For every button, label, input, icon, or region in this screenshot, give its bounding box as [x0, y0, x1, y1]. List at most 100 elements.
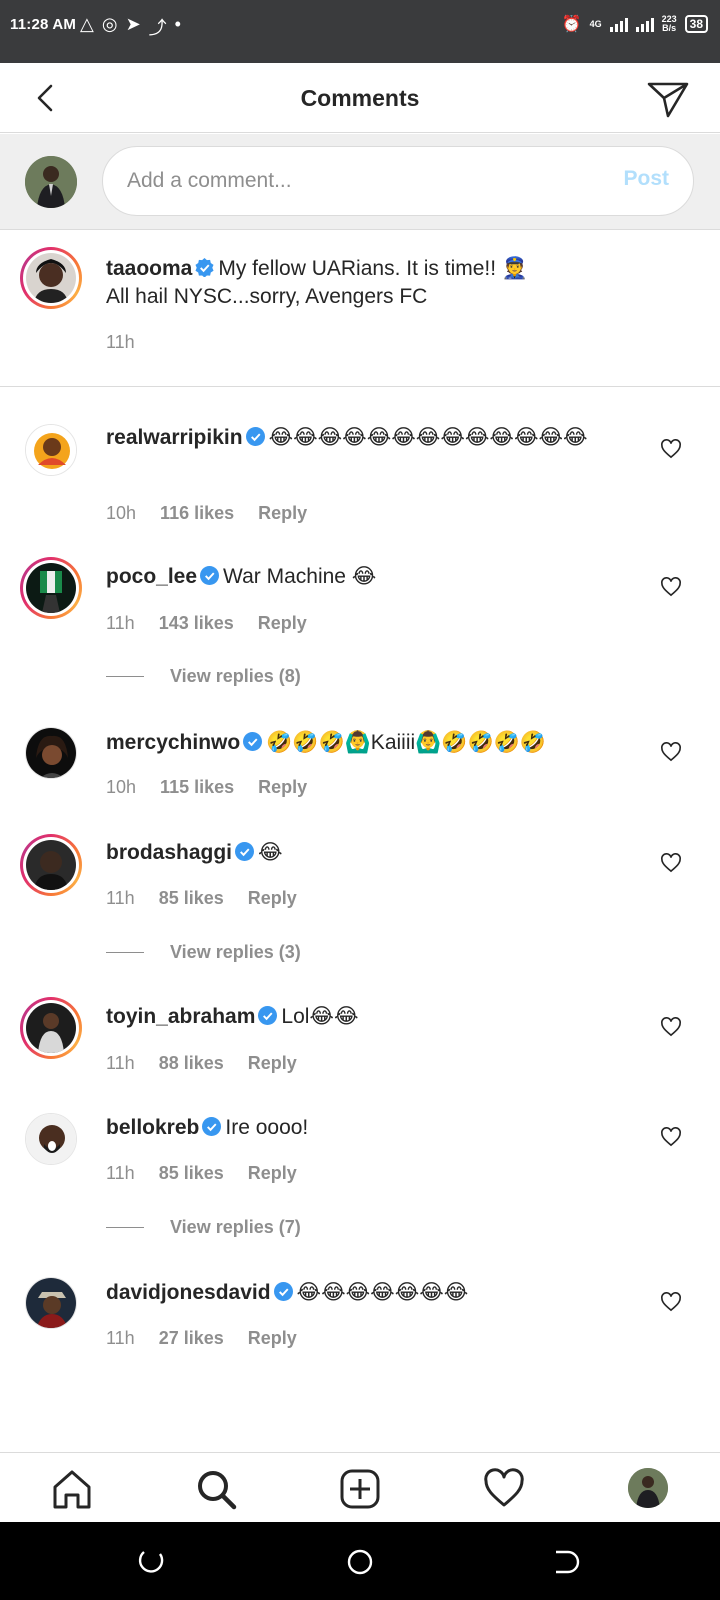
comment-username[interactable]: toyin_abraham — [106, 1005, 255, 1028]
view-replies-label: View replies (3) — [170, 942, 301, 962]
avatar — [26, 1003, 76, 1053]
avatar — [26, 253, 76, 303]
status-time: 11:28 AM — [10, 16, 77, 33]
reply-button[interactable]: Reply — [248, 1328, 297, 1349]
comment-text: davidjonesdavid 😂😂😂😂😂😂😂 — [106, 1279, 628, 1307]
comment-username[interactable]: davidjonesdavid — [106, 1281, 271, 1304]
activity-heart-icon[interactable] — [482, 1467, 526, 1511]
comment-time: 11h — [106, 1053, 135, 1073]
profile-avatar[interactable] — [628, 1468, 668, 1508]
story-ring-avatar[interactable] — [20, 834, 82, 896]
avatar[interactable] — [25, 1277, 77, 1329]
new-post-icon[interactable] — [338, 1467, 382, 1511]
comment-time: 11h — [106, 613, 135, 633]
like-heart-icon[interactable] — [660, 577, 682, 597]
like-heart-icon[interactable] — [660, 853, 682, 873]
network-type: 4G — [589, 18, 602, 29]
verified-badge-icon — [243, 732, 263, 751]
like-count[interactable]: 115 likes — [160, 777, 234, 798]
comment-text: toyin_abraham Lol😂😂 — [106, 1003, 628, 1031]
caption-username[interactable]: taaooma — [106, 257, 192, 280]
avatar[interactable] — [25, 1113, 77, 1165]
comment-username[interactable]: mercychinwo — [106, 731, 240, 754]
comment-username[interactable]: bellokreb — [106, 1116, 199, 1139]
current-user-avatar — [25, 156, 77, 208]
verified-badge-icon — [273, 1282, 293, 1301]
caption-line-1: My fellow UARians. It is time!! 👮 — [218, 257, 529, 280]
data-speed: 223 B/s — [662, 15, 677, 33]
like-heart-icon[interactable] — [660, 439, 682, 459]
divider-line — [106, 952, 144, 953]
direct-message-icon[interactable] — [646, 79, 690, 119]
status-right: ⏰ 4G 223 B/s 38 — [562, 14, 708, 34]
comment-username[interactable]: poco_lee — [106, 565, 197, 588]
reply-button[interactable]: Reply — [258, 503, 307, 524]
comment-text: bellokreb Ire oooo! — [106, 1114, 628, 1142]
reply-button[interactable]: Reply — [258, 777, 307, 798]
search-icon[interactable] — [194, 1467, 238, 1511]
home-icon[interactable] — [50, 1467, 94, 1511]
speed-unit: B/s — [662, 23, 677, 33]
like-heart-icon[interactable] — [660, 742, 682, 762]
telegram-icon: ➤ — [125, 14, 141, 34]
battery-icon: 38 — [684, 15, 708, 33]
comment-username[interactable]: brodashaggi — [106, 841, 232, 864]
comment-input[interactable] — [127, 165, 597, 197]
recent-apps-icon[interactable] — [136, 1548, 166, 1576]
comment-composer: Post — [0, 134, 720, 230]
comment-meta: 11h 88 likes Reply — [106, 1053, 297, 1074]
comment-time: 11h — [106, 1328, 135, 1348]
reply-button[interactable]: Reply — [248, 1053, 297, 1074]
comment-meta: 10h 115 likes Reply — [106, 777, 307, 798]
reply-button[interactable]: Reply — [258, 613, 307, 634]
dot-icon: • — [174, 14, 181, 34]
caption-meta: 11h — [106, 332, 135, 353]
like-count[interactable]: 85 likes — [159, 1163, 224, 1184]
like-heart-icon[interactable] — [660, 1127, 682, 1147]
like-count[interactable]: 27 likes — [159, 1328, 224, 1349]
system-navigation-bar — [0, 1522, 720, 1600]
view-replies-label: View replies (8) — [170, 666, 301, 686]
avatar — [26, 840, 76, 890]
like-count[interactable]: 116 likes — [160, 503, 234, 524]
alarm-icon: ⏰ — [561, 16, 582, 33]
comment-time: 10h — [106, 503, 137, 523]
comment-meta: 11h 143 likes Reply — [106, 613, 307, 634]
bottom-navigation — [0, 1452, 720, 1522]
comment-body: 😂😂😂😂😂😂😂 — [296, 1281, 469, 1304]
comment-body: War Machine 😂 — [223, 565, 377, 588]
warning-icon: △ — [80, 14, 94, 34]
comment-username[interactable]: realwarripikin — [106, 426, 243, 449]
comment-body: Lol😂😂 — [281, 1005, 359, 1028]
comment-body: 🤣🤣🤣🙆‍♂️Kaiiii🙆‍♂️🤣🤣🤣🤣 — [266, 731, 546, 754]
like-count[interactable]: 85 likes — [159, 888, 224, 909]
reply-button[interactable]: Reply — [248, 1163, 297, 1184]
comment-time: 11h — [106, 1163, 135, 1183]
reply-button[interactable]: Reply — [248, 888, 297, 909]
story-ring-avatar[interactable] — [20, 997, 82, 1059]
comment-text: realwarripikin 😂😂😂😂😂😂😂😂😂😂😂😂😂 — [106, 424, 628, 452]
view-replies-button[interactable]: View replies (8) — [106, 666, 301, 687]
story-ring-avatar[interactable] — [20, 247, 82, 309]
avatar[interactable] — [25, 727, 77, 779]
like-count[interactable]: 88 likes — [159, 1053, 224, 1074]
header: Comments — [0, 63, 720, 133]
signal-icon-2 — [635, 16, 654, 32]
caption-time: 11h — [106, 332, 135, 352]
comment-body: Ire oooo! — [225, 1116, 309, 1139]
missed-call-icon: ⤴ — [148, 18, 167, 38]
view-replies-button[interactable]: View replies (3) — [106, 942, 301, 963]
back-button-icon[interactable] — [550, 1548, 580, 1576]
avatar[interactable] — [25, 424, 77, 476]
post-caption: taaooma My fellow UARians. It is time!! 👮… — [0, 231, 720, 387]
home-button-icon[interactable] — [345, 1548, 375, 1576]
post-button[interactable]: Post — [623, 167, 669, 191]
like-count[interactable]: 143 likes — [159, 613, 234, 634]
story-ring-avatar[interactable] — [20, 557, 82, 619]
view-replies-button[interactable]: View replies (7) — [106, 1217, 301, 1238]
like-heart-icon[interactable] — [660, 1017, 682, 1037]
comment-meta: 11h 27 likes Reply — [106, 1328, 297, 1349]
like-heart-icon[interactable] — [660, 1292, 682, 1312]
signal-icon — [609, 16, 628, 32]
notification-icons: △ ◎ ➤ ⤴ • — [80, 14, 181, 40]
